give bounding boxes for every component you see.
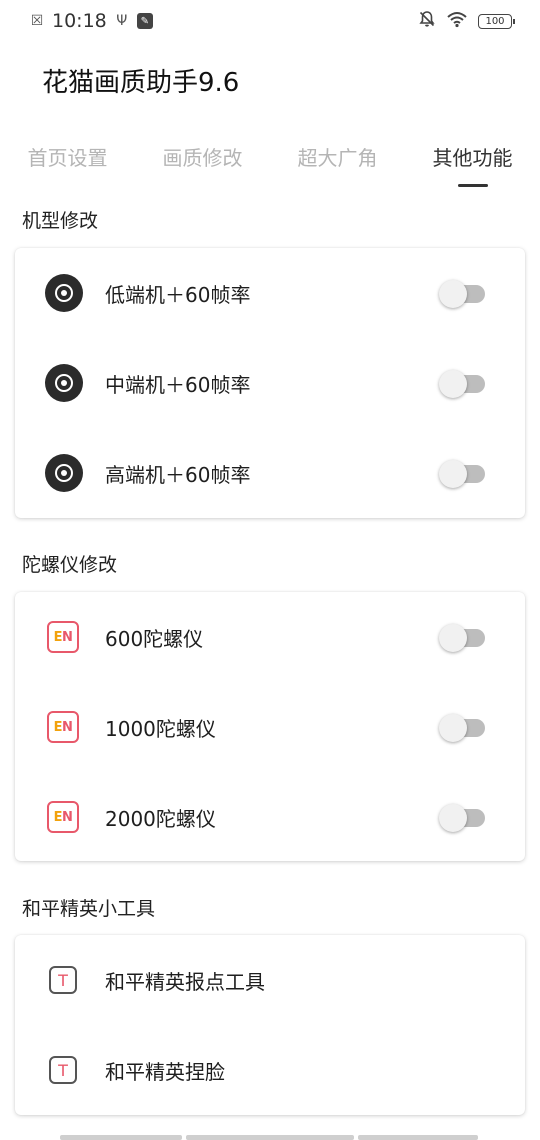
battery-indicator: 100 bbox=[478, 13, 515, 29]
t-icon: T bbox=[49, 1056, 77, 1084]
list-item[interactable]: T 和平精英捏脸 bbox=[15, 1025, 525, 1115]
t-icon: T bbox=[49, 966, 77, 994]
toggle-switch[interactable] bbox=[439, 713, 485, 742]
tab-other-functions[interactable]: 其他功能 bbox=[405, 136, 540, 192]
en-icon: EN bbox=[47, 801, 79, 833]
disc-icon bbox=[45, 454, 83, 492]
app-box-icon: ✎ bbox=[136, 13, 153, 29]
tab-home-settings[interactable]: 首页设置 bbox=[0, 136, 135, 192]
tab-wide-angle[interactable]: 超大广角 bbox=[270, 136, 405, 192]
item-label: 和平精英捏脸 bbox=[105, 1059, 225, 1084]
item-label: 高端机＋60帧率 bbox=[105, 462, 251, 487]
list-item[interactable]: EN 1000陀螺仪 bbox=[15, 682, 525, 772]
bottom-scroll-hint bbox=[358, 1135, 478, 1140]
toggle-switch[interactable] bbox=[439, 369, 485, 398]
tab-label: 超大广角 bbox=[297, 146, 378, 170]
app-title: 花猫画质助手9.6 bbox=[42, 68, 240, 98]
tab-quality-modify[interactable]: 画质修改 bbox=[135, 136, 270, 192]
toggle-switch[interactable] bbox=[439, 623, 485, 652]
disc-icon bbox=[45, 364, 83, 402]
section-header-device: 机型修改 bbox=[22, 210, 99, 232]
en-icon: EN bbox=[47, 711, 79, 743]
list-item[interactable]: T 和平精英报点工具 bbox=[15, 935, 525, 1025]
item-label: 600陀螺仪 bbox=[105, 626, 204, 651]
close-notification-icon: ☒ bbox=[30, 13, 44, 29]
tab-bar: 首页设置 画质修改 超大广角 其他功能 bbox=[0, 136, 540, 192]
bell-off-icon bbox=[418, 10, 436, 32]
tab-active-indicator bbox=[457, 184, 488, 187]
card-gyro: EN 600陀螺仪 EN 1000陀螺仪 EN 2000陀螺仪 bbox=[15, 592, 525, 861]
tab-label: 首页设置 bbox=[27, 146, 108, 170]
item-label: 1000陀螺仪 bbox=[105, 716, 216, 741]
toggle-switch[interactable] bbox=[439, 803, 485, 832]
section-header-gyro: 陀螺仪修改 bbox=[22, 554, 118, 576]
list-item[interactable]: EN 2000陀螺仪 bbox=[15, 772, 525, 862]
wifi-icon bbox=[446, 10, 468, 32]
bottom-scroll-hint bbox=[60, 1135, 182, 1140]
list-item[interactable]: 低端机＋60帧率 bbox=[15, 248, 525, 338]
status-time: 10:18 bbox=[52, 10, 107, 32]
list-item[interactable]: EN 600陀螺仪 bbox=[15, 592, 525, 682]
item-label: 2000陀螺仪 bbox=[105, 806, 216, 831]
en-icon: EN bbox=[47, 621, 79, 653]
list-item[interactable]: 中端机＋60帧率 bbox=[15, 338, 525, 428]
bottom-scroll-hint bbox=[186, 1135, 354, 1140]
item-label: 和平精英报点工具 bbox=[105, 969, 265, 994]
tab-label: 画质修改 bbox=[162, 146, 243, 170]
item-label: 中端机＋60帧率 bbox=[105, 372, 251, 397]
tab-label: 其他功能 bbox=[432, 146, 513, 170]
item-label: 低端机＋60帧率 bbox=[105, 282, 251, 307]
toggle-switch[interactable] bbox=[439, 459, 485, 488]
status-bar: ☒ 10:18 Ψ ✎ 100 bbox=[0, 0, 540, 42]
card-tools: T 和平精英报点工具 T 和平精英捏脸 bbox=[15, 935, 525, 1115]
section-header-tools: 和平精英小工具 bbox=[22, 898, 156, 920]
card-device: 低端机＋60帧率 中端机＋60帧率 高端机＋60帧率 bbox=[15, 248, 525, 518]
toggle-switch[interactable] bbox=[439, 279, 485, 308]
disc-icon bbox=[45, 274, 83, 312]
usb-icon: Ψ bbox=[116, 13, 128, 29]
list-item[interactable]: 高端机＋60帧率 bbox=[15, 428, 525, 518]
